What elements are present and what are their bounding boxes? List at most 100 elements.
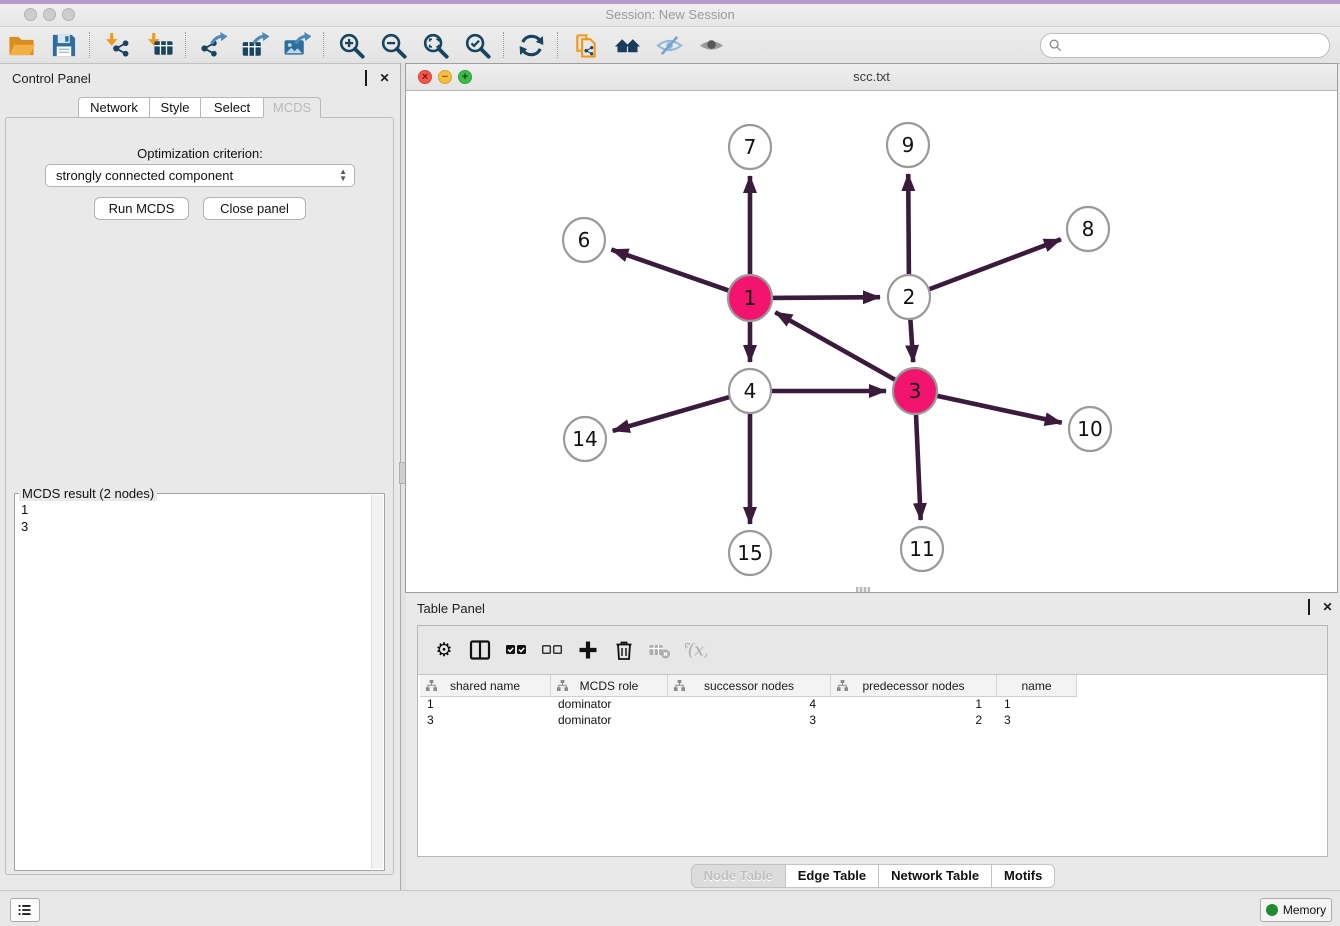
search-input[interactable] [1066, 36, 1321, 56]
edge-2-9[interactable] [908, 174, 909, 276]
search-box[interactable] [1040, 33, 1330, 58]
node-label: 11 [909, 537, 934, 561]
settings-gear-icon[interactable]: ⚙ [431, 637, 457, 663]
table-toolbar: ⚙f(x) [418, 626, 1327, 675]
edge-2-3[interactable] [910, 318, 913, 362]
mcds-result-scrollbar[interactable] [371, 495, 383, 869]
edge-1-2[interactable] [771, 297, 880, 298]
node-label: 9 [902, 133, 915, 157]
toolbar-separator [185, 32, 187, 58]
select-all-icon[interactable] [503, 637, 529, 663]
svg-text:⚙: ⚙ [435, 640, 452, 661]
node-1[interactable]: 1 [728, 275, 772, 321]
cell-successor-nodes[interactable]: 3 [668, 712, 831, 728]
table-close-panel-icon[interactable]: ✕ [1321, 601, 1334, 614]
import-table-icon[interactable] [144, 30, 174, 60]
open-file-icon[interactable] [6, 30, 36, 60]
edge-1-6[interactable] [611, 250, 730, 292]
node-10[interactable]: 10 [1069, 407, 1111, 451]
edge-3-1[interactable] [775, 312, 896, 381]
run-mcds-button[interactable]: Run MCDS [94, 197, 189, 220]
edge-2-8[interactable] [929, 239, 1061, 289]
horizontal-split-handle[interactable] [856, 587, 870, 592]
close-panel-button[interactable]: Close panel [203, 197, 306, 220]
network-window-titlebar[interactable]: × − + scc.txt [406, 64, 1337, 91]
mcds-result-box: MCDS result (2 nodes) 1 3 [14, 493, 385, 871]
network-window-title: scc.txt [406, 69, 1337, 84]
table-row[interactable]: 3dominator323 [420, 712, 1325, 728]
close-panel-icon[interactable]: ✕ [378, 72, 391, 85]
cell-predecessor-nodes[interactable]: 2 [831, 712, 997, 728]
cell-shared-name[interactable]: 1 [420, 696, 551, 712]
task-history-button[interactable] [10, 898, 40, 922]
cell-shared-name[interactable]: 3 [420, 712, 551, 728]
node-label: 1 [744, 286, 757, 310]
cell-MCDS-role[interactable]: dominator [551, 696, 668, 712]
search-icon [1049, 39, 1062, 52]
cell-name[interactable]: 3 [997, 712, 1077, 728]
edge-4-14[interactable] [613, 397, 730, 431]
cell-MCDS-role[interactable]: dominator [551, 712, 668, 728]
node-label: 14 [572, 427, 597, 451]
tab-motifs[interactable]: Motifs [991, 864, 1055, 888]
mcds-result-text[interactable]: 1 3 [15, 498, 372, 870]
zoom-in-icon[interactable] [336, 30, 366, 60]
zoom-out-icon[interactable] [378, 30, 408, 60]
export-table-icon[interactable] [240, 30, 270, 60]
table-float-panel-icon[interactable] [1302, 601, 1315, 614]
show-all-icon[interactable] [696, 30, 726, 60]
tab-node-table[interactable]: Node Table [691, 864, 786, 888]
column-header-name[interactable]: name [997, 675, 1077, 696]
copy-network-icon[interactable] [570, 30, 600, 60]
dropdown-chevrons-icon: ▲▼ [339, 168, 347, 182]
tab-network[interactable]: Network [78, 97, 150, 118]
node-7[interactable]: 7 [729, 125, 771, 169]
column-header-successor-nodes[interactable]: successor nodes [668, 675, 831, 696]
delete-column-icon[interactable] [611, 637, 637, 663]
node-4[interactable]: 4 [729, 369, 771, 413]
add-column-icon[interactable] [575, 637, 601, 663]
node-3[interactable]: 3 [893, 368, 937, 414]
zoom-fit-icon[interactable] [420, 30, 450, 60]
edge-3-10[interactable] [936, 396, 1062, 423]
network-graph[interactable]: 7 9 6 8 1 2 4 3 14 10 15 11 [406, 91, 1337, 592]
toggle-panes-icon[interactable] [467, 637, 493, 663]
node-label: 2 [903, 285, 916, 309]
column-header-shared-name[interactable]: shared name [420, 675, 551, 696]
node-14[interactable]: 14 [564, 417, 606, 461]
column-header-MCDS-role[interactable]: MCDS role [551, 675, 668, 696]
cell-name[interactable]: 1 [997, 696, 1077, 712]
zoom-selected-icon[interactable] [462, 30, 492, 60]
criterion-dropdown[interactable]: strongly connected component ▲▼ [45, 164, 355, 187]
deselect-all-icon[interactable] [539, 637, 565, 663]
memory-label: Memory [1283, 903, 1326, 917]
cell-predecessor-nodes[interactable]: 1 [831, 696, 997, 712]
memory-button[interactable]: Memory [1260, 898, 1332, 922]
import-network-icon[interactable] [102, 30, 132, 60]
tab-edge-table[interactable]: Edge Table [785, 864, 879, 888]
node-8[interactable]: 8 [1067, 207, 1109, 251]
export-network-icon[interactable] [198, 30, 228, 60]
node-15[interactable]: 15 [729, 531, 771, 575]
edge-3-11[interactable] [916, 412, 921, 520]
column-header-predecessor-nodes[interactable]: predecessor nodes [831, 675, 997, 696]
float-panel-icon[interactable] [359, 72, 372, 85]
node-9[interactable]: 9 [887, 123, 929, 167]
export-image-icon[interactable] [282, 30, 312, 60]
toolbar-separator [503, 32, 505, 58]
hide-selected-icon[interactable] [654, 30, 684, 60]
tab-style[interactable]: Style [149, 97, 201, 118]
cell-successor-nodes[interactable]: 4 [668, 696, 831, 712]
window-title: Session: New Session [0, 7, 1340, 22]
first-neighbors-icon[interactable] [612, 30, 642, 60]
table-row[interactable]: 1dominator411 [420, 696, 1325, 712]
save-session-icon[interactable] [48, 30, 78, 60]
node-2[interactable]: 2 [888, 275, 930, 319]
tab-network-table[interactable]: Network Table [878, 864, 992, 888]
tab-select[interactable]: Select [200, 97, 264, 118]
tab-mcds[interactable]: MCDS [263, 97, 321, 118]
node-11[interactable]: 11 [901, 527, 943, 571]
refresh-icon[interactable] [516, 30, 546, 60]
node-label: 3 [909, 379, 922, 403]
node-6[interactable]: 6 [563, 218, 605, 262]
